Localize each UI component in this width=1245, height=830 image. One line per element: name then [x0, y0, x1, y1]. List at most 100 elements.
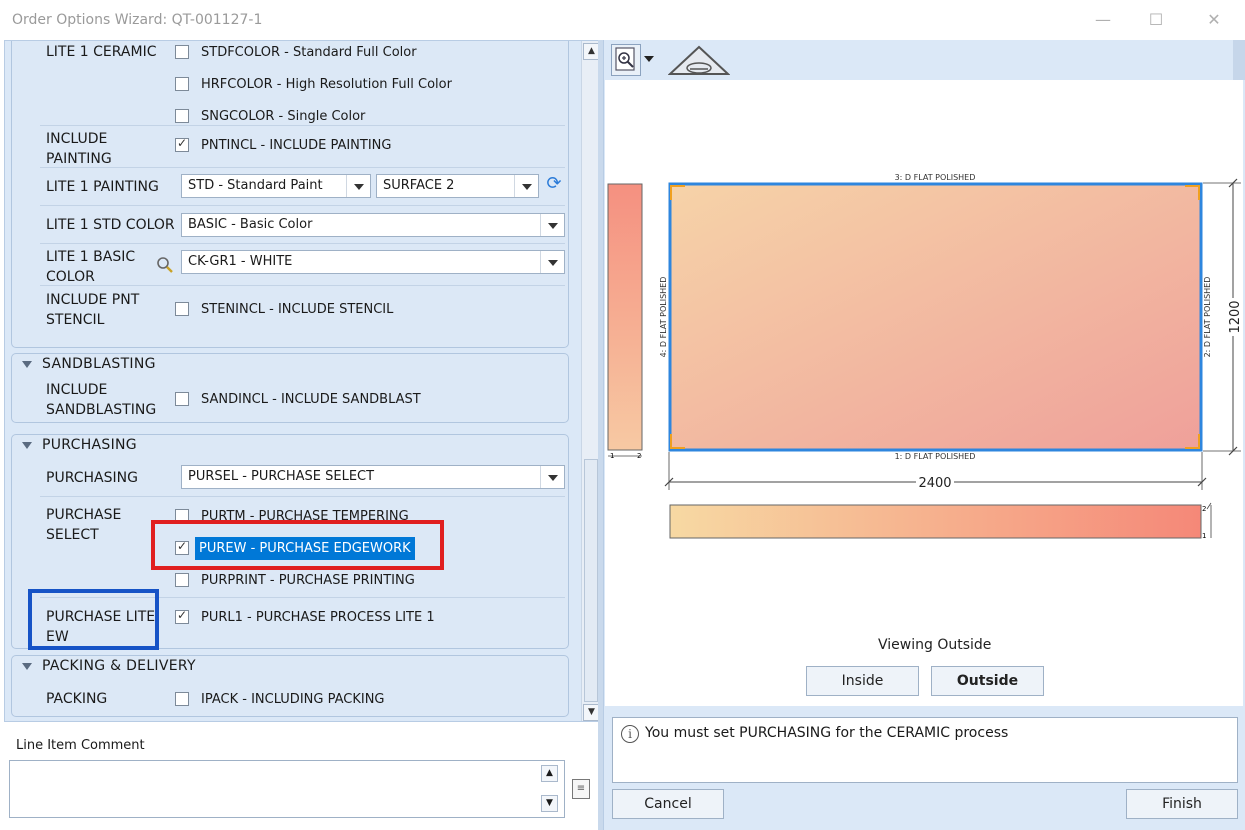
ipack-checkbox[interactable] — [175, 692, 189, 706]
info-icon: i — [621, 725, 639, 743]
lite1-basic-color-label-1: LITE 1 BASIC — [46, 249, 136, 265]
refresh-icon[interactable]: ⟳ — [544, 174, 564, 194]
line-item-comment-input[interactable]: ▲ ▼ — [9, 760, 565, 818]
minimize-button[interactable]: — — [1080, 6, 1126, 34]
bottom-tick-1: 1 — [1202, 532, 1206, 540]
sngcolor-checkbox[interactable] — [175, 109, 189, 123]
basic-color-dropdown[interactable]: CK-GR1 - WHITE — [181, 250, 565, 274]
purchasing-value: PURSEL - PURCHASE SELECT — [188, 469, 375, 484]
sngcolor-text: SNGCOLOR - Single Color — [201, 109, 366, 124]
lite1-basic-color-row: LITE 1 BASIC COLOR CK-GR1 - WHITE — [40, 244, 565, 286]
side-tick-2: 2 — [637, 452, 641, 460]
bottom-tick-2: 2 — [1202, 505, 1206, 513]
lite1-ceramic-row: LITE 1 CERAMIC STDFCOLOR - Standard Full… — [40, 42, 565, 126]
sandblasting-header-label: SANDBLASTING — [42, 356, 156, 372]
purprint-checkbox[interactable] — [175, 573, 189, 587]
collapse-triangle-icon[interactable] — [22, 663, 32, 670]
maximize-button[interactable]: ☐ — [1133, 6, 1179, 34]
include-pnt-stencil-label-2: STENCIL — [46, 312, 105, 328]
viewing-status: Viewing Outside — [878, 637, 992, 653]
lite1-painting-row: LITE 1 PAINTING STD - Standard Paint SUR… — [40, 168, 565, 206]
stenincl-checkbox[interactable] — [175, 302, 189, 316]
highlight-box-blue — [28, 589, 159, 650]
hrfcolor-text: HRFCOLOR - High Resolution Full Color — [201, 77, 452, 92]
sandblasting-group: SANDBLASTING INCLUDE SANDBLASTING SANDIN… — [11, 353, 569, 423]
packing-row: PACKING IPACK - INCLUDING PACKING — [40, 680, 565, 716]
packing-group: PACKING & DELIVERY PACKING IPACK - INCLU… — [11, 655, 569, 717]
lite1-basic-color-label-2: COLOR — [46, 269, 95, 285]
hrfcolor-checkbox[interactable] — [175, 77, 189, 91]
collapse-triangle-icon[interactable] — [22, 442, 32, 449]
chevron-down-icon[interactable] — [540, 466, 564, 488]
cancel-button[interactable]: Cancel — [612, 789, 724, 819]
purprint-text: PURPRINT - PURCHASE PRINTING — [201, 573, 415, 588]
purchasing-dropdown[interactable]: PURSEL - PURCHASE SELECT — [181, 465, 565, 489]
scroll-up-icon[interactable]: ▲ — [583, 43, 598, 60]
basic-color-value: CK-GR1 - WHITE — [188, 254, 293, 269]
purchase-select-label-1: PURCHASE — [46, 507, 122, 523]
stdfcolor-text: STDFCOLOR - Standard Full Color — [201, 45, 417, 60]
search-icon[interactable] — [156, 256, 174, 274]
purchase-select-label-2: SELECT — [46, 527, 99, 543]
bottom-view-lite — [669, 504, 1202, 539]
preview-toolbar — [606, 40, 1232, 80]
purchasing-header-label: PURCHASING — [42, 437, 137, 453]
stenincl-text: STENINCL - INCLUDE STENCIL — [201, 302, 394, 317]
zoom-dropdown-chevron-icon[interactable] — [644, 56, 654, 62]
pntincl-text: PNTINCL - INCLUDE PAINTING — [201, 138, 392, 153]
main-lite-shape[interactable] — [668, 182, 1203, 452]
comment-scroll-down-icon[interactable]: ▼ — [541, 795, 558, 812]
chevron-down-icon[interactable] — [540, 214, 564, 236]
purl1-text: PURL1 - PURCHASE PROCESS LITE 1 — [201, 610, 435, 625]
highlight-box-red — [151, 520, 444, 570]
include-painting-label-2: PAINTING — [46, 151, 112, 167]
zoom-icon[interactable] — [611, 44, 641, 76]
lite1-group: LITE 1 CERAMIC STDFCOLOR - Standard Full… — [11, 41, 569, 348]
include-pnt-stencil-label-1: INCLUDE PNT — [46, 292, 140, 308]
close-button[interactable]: ✕ — [1191, 6, 1237, 34]
sandincl-checkbox[interactable] — [175, 392, 189, 406]
side-tick-1: 1 — [610, 452, 614, 460]
options-scrollbar[interactable]: ▲ ▼ — [581, 41, 598, 721]
top-edge-label: 3: D FLAT POLISHED — [895, 173, 976, 182]
lite1-painting-label: LITE 1 PAINTING — [46, 179, 159, 195]
chevron-down-icon[interactable] — [346, 175, 370, 197]
include-painting-label-1: INCLUDE — [46, 131, 108, 147]
side-view-lite — [607, 183, 643, 451]
lite1-std-color-row: LITE 1 STD COLOR BASIC - Basic Color — [40, 206, 565, 244]
window-title: Order Options Wizard: QT-001127-1 — [12, 12, 263, 28]
purchasing-row: PURCHASING PURSEL - PURCHASE SELECT — [40, 459, 565, 497]
scroll-thumb[interactable] — [584, 459, 598, 702]
chevron-down-icon[interactable] — [514, 175, 538, 197]
pntincl-checkbox[interactable] — [175, 136, 189, 152]
toolbar-scrollbar[interactable] — [1233, 40, 1245, 80]
purchasing-header[interactable]: PURCHASING — [12, 435, 568, 457]
view-angle-icon[interactable] — [667, 44, 731, 76]
packing-header-label: PACKING & DELIVERY — [42, 658, 196, 674]
collapse-triangle-icon[interactable] — [22, 361, 32, 368]
comment-scroll-up-icon[interactable]: ▲ — [541, 765, 558, 782]
chevron-down-icon[interactable] — [540, 251, 564, 273]
std-color-value: BASIC - Basic Color — [188, 217, 313, 232]
paint-type-dropdown[interactable]: STD - Standard Paint — [181, 174, 371, 198]
outside-button[interactable]: Outside — [931, 666, 1044, 696]
finish-button[interactable]: Finish — [1126, 789, 1238, 819]
paint-surface-dropdown[interactable]: SURFACE 2 — [376, 174, 539, 198]
std-color-dropdown[interactable]: BASIC - Basic Color — [181, 213, 565, 237]
sandblasting-header[interactable]: SANDBLASTING — [12, 354, 568, 376]
glass-drawing: 1 2 3: D FLAT POLISHED 1: D FLAT POLISHE… — [607, 173, 1243, 540]
paint-surface-value: SURFACE 2 — [383, 178, 455, 193]
purchasing-label: PURCHASING — [46, 470, 138, 486]
drawing-canvas: 1 2 3: D FLAT POLISHED 1: D FLAT POLISHE… — [605, 80, 1243, 706]
inside-button[interactable]: Inside — [806, 666, 919, 696]
ipack-text: IPACK - INCLUDING PACKING — [201, 692, 385, 707]
include-sandblasting-label-1: INCLUDE — [46, 382, 108, 398]
purl1-checkbox[interactable] — [175, 608, 189, 624]
notes-icon[interactable]: ≡ — [572, 779, 590, 799]
stdfcolor-checkbox[interactable] — [175, 45, 189, 59]
height-dimension: 1200 — [1228, 300, 1243, 333]
packing-header[interactable]: PACKING & DELIVERY — [12, 656, 568, 678]
scroll-down-icon[interactable]: ▼ — [583, 704, 598, 721]
include-pnt-stencil-row: INCLUDE PNT STENCIL STENINCL - INCLUDE S… — [40, 286, 565, 338]
message-box: i You must set PURCHASING for the CERAMI… — [612, 717, 1238, 783]
